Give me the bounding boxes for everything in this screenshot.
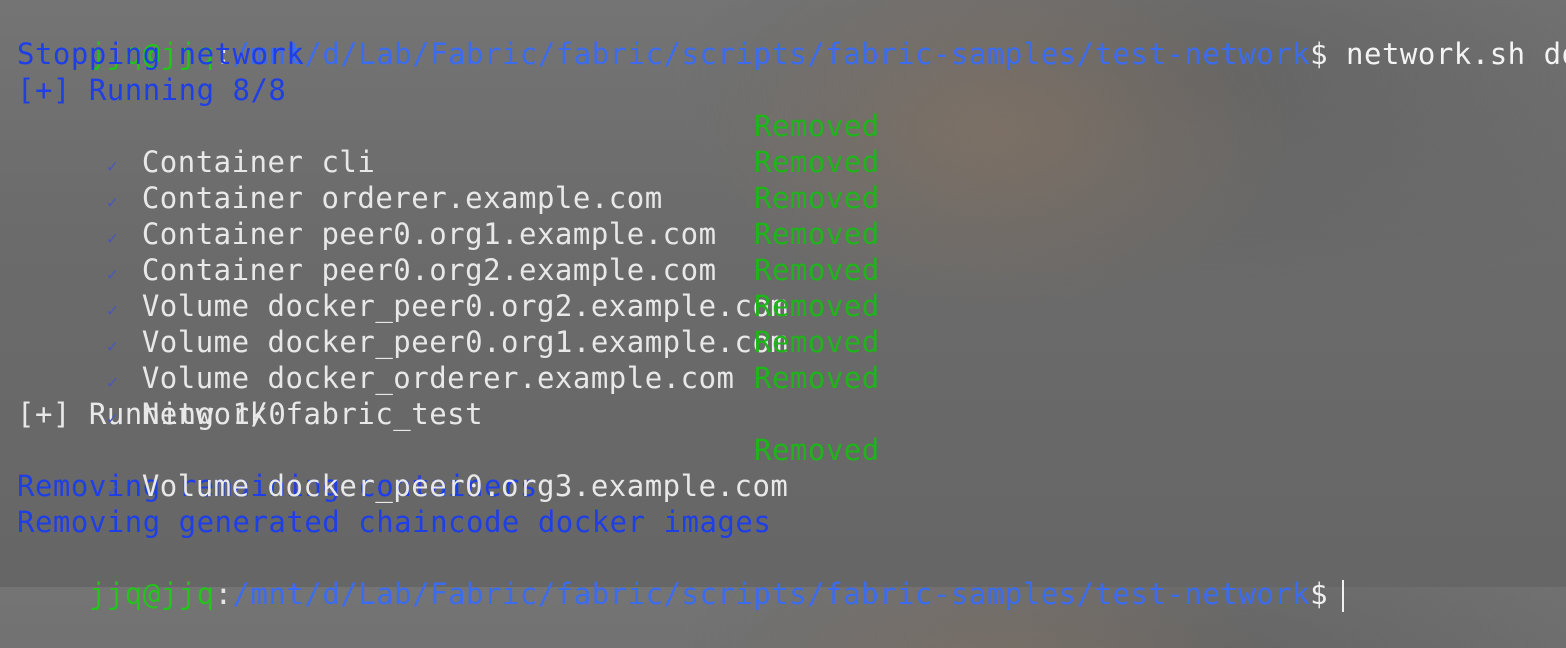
status-removed: Removed [754,217,880,251]
list-item: ✓ Volume docker_peer0.org3.example.com Rem… [17,432,1557,503]
prompt-line-1: jjq@jjq:/mnt/d/Lab/Fabric/fabric/scripts… [17,0,1566,71]
list-item: ✓ Container peer0.org2.example.com Removed [17,216,1557,287]
running-progress-1: [+] Running 8/8 [17,73,287,107]
status-removed: Removed [754,253,880,287]
list-item: ✓ Volume docker_orderer.example.com Remove… [17,324,1557,395]
prompt-path: /mnt/d/Lab/Fabric/fabric/scripts/fabric-… [232,37,1311,71]
resource-label: Volume docker_peer0.org3.example.com [141,469,789,503]
status-removed: Removed [754,289,880,323]
status-removed: Removed [754,145,880,179]
terminal-window[interactable]: jjq@jjq:/mnt/d/Lab/Fabric/fabric/scripts… [17,0,1566,612]
prompt-path: /mnt/d/Lab/Fabric/fabric/scripts/fabric-… [232,577,1311,611]
prompt-user-host: jjq@jjq [88,577,215,611]
list-item: ✓ Container peer0.org1.example.com Removed [17,180,1557,251]
command-text: network.sh down [1346,37,1566,71]
status-removed: Removed [754,433,880,467]
list-item: ✓ Volume docker_peer0.org1.example.com Rem… [17,288,1557,359]
status-removed: Removed [754,325,880,359]
prompt-colon: : [214,577,233,611]
status-removed: Removed [754,181,880,215]
list-item: ✓ Network fabric_test Removed [17,360,1557,431]
prompt-dollar: $ [1310,37,1329,71]
status-removed: Removed [754,361,880,395]
status-removed: Removed [754,109,880,143]
prompt-line-2[interactable]: jjq@jjq:/mnt/d/Lab/Fabric/fabric/scripts… [17,540,1557,612]
text-cursor[interactable] [1342,580,1345,612]
check-icon: ✓ [106,480,119,501]
prompt-dollar: $ [1310,577,1329,611]
list-item: ✓ Container cli Removed [17,108,1557,179]
removing-images-message: Removing generated chaincode docker imag… [17,505,772,539]
list-item: ✓ Container orderer.example.com Removed [17,144,1557,215]
list-item: ✓ Volume docker_peer0.org2.example.com Rem… [17,252,1557,323]
resource-label: Network fabric_test [141,397,484,431]
